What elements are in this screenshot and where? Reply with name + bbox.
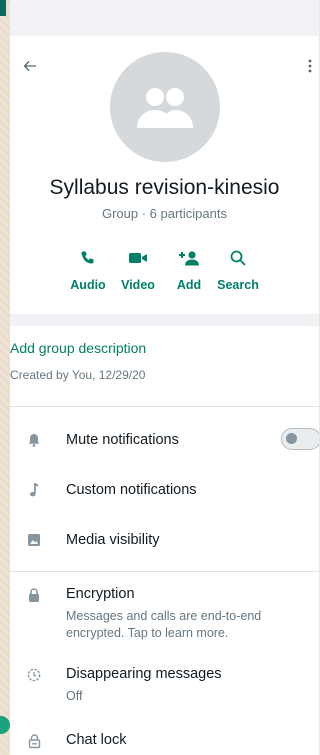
bell-icon [28,434,40,447]
encryption-subtitle: Messages and calls are end-to-end encryp… [66,609,262,640]
audio-label: Audio [70,278,106,292]
quick-actions: Audio Video Add Search [10,246,319,306]
created-by-text: Created by You, 12/29/20 [10,368,146,382]
phone-icon [81,251,94,264]
more-options-button[interactable] [301,50,319,82]
lock-icon [29,587,39,602]
music-note-icon [30,483,38,497]
search-button[interactable]: Search [210,246,266,304]
video-call-button[interactable]: Video [110,246,166,304]
encryption-title: Encryption [66,586,135,602]
video-camera-icon [129,253,147,263]
video-label: Video [121,278,155,292]
chat-lock-row[interactable]: Chat lock [10,718,319,755]
toggle-knob [286,433,297,444]
image-icon [28,534,40,546]
media-visibility-label: Media visibility [66,532,160,548]
search-label: Search [217,278,259,292]
add-person-icon [179,251,199,266]
group-header: Syllabus revision-kinesio Group · 6 part… [10,36,319,314]
mute-notifications-row[interactable]: Mute notifications [10,415,319,465]
add-group-description-link[interactable]: Add group description [10,340,146,356]
disappearing-messages-title: Disappearing messages [66,666,222,682]
background-accent [0,0,6,16]
back-button[interactable] [14,50,46,82]
custom-notifications-label: Custom notifications [66,482,197,498]
custom-notifications-row[interactable]: Custom notifications [10,465,319,515]
group-avatar[interactable] [110,52,220,162]
chat-wallpaper-strip [0,0,10,755]
group-description-section: Add group description Created by You, 12… [10,326,319,406]
group-participants-count: Group · 6 participants [101,206,227,221]
more-vertical-icon [308,59,312,73]
mute-notifications-label: Mute notifications [66,432,179,448]
media-visibility-row[interactable]: Media visibility [10,515,319,565]
chat-lock-title: Chat lock [66,732,127,748]
disappearing-messages-row[interactable]: Disappearing messages Off [10,652,319,718]
encryption-row[interactable]: Encryption Messages and calls are end-to… [10,572,319,652]
mute-notifications-toggle[interactable] [281,428,319,450]
add-participant-button[interactable]: Add [161,246,217,304]
chat-lock-icon [28,733,40,748]
group-name: Syllabus revision-kinesio [49,176,280,199]
disappearing-messages-status: Off [66,689,83,703]
arrow-left-icon [23,61,36,71]
timer-icon [27,668,41,682]
search-icon [230,250,246,266]
group-info-panel: Syllabus revision-kinesio Group · 6 part… [10,0,319,755]
top-bar [10,0,319,36]
audio-call-button[interactable]: Audio [60,246,116,304]
section-divider [10,314,319,326]
add-label: Add [176,278,202,292]
group-icon [137,88,193,128]
